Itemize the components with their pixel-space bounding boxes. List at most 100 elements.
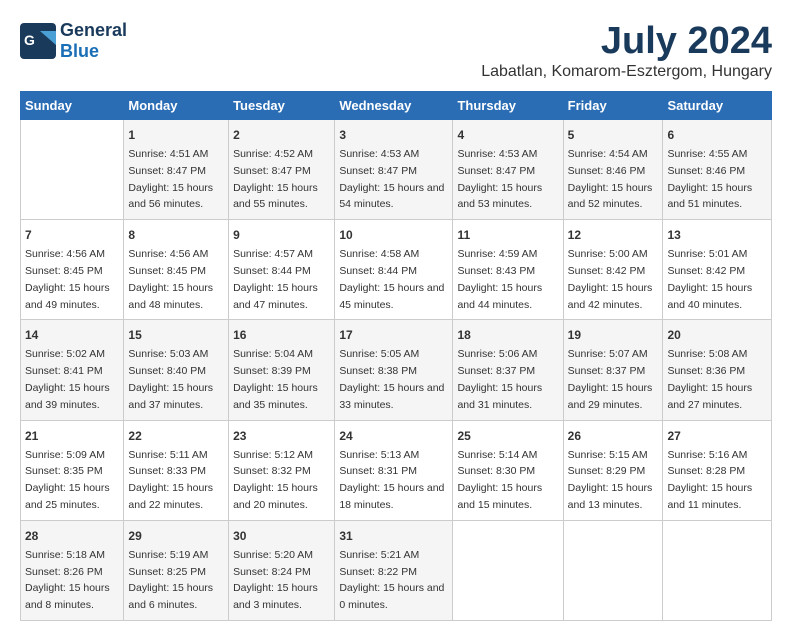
logo-icon: G [20,23,56,59]
calendar-cell: 1 Sunrise: 4:51 AMSunset: 8:47 PMDaylight… [124,120,229,220]
calendar-body: 1 Sunrise: 4:51 AMSunset: 8:47 PMDaylight… [21,120,772,621]
header-wednesday: Wednesday [335,92,453,120]
weekday-header-row: Sunday Monday Tuesday Wednesday Thursday… [21,92,772,120]
calendar-cell: 14 Sunrise: 5:02 AMSunset: 8:41 PMDayligh… [21,320,124,420]
day-number: 21 [25,427,119,445]
logo-blue: Blue [60,41,127,62]
calendar-cell: 6Sunrise: 4:55 AMSunset: 8:46 PMDaylight… [663,120,772,220]
day-info: Sunrise: 5:07 AMSunset: 8:37 PMDaylight:… [568,346,659,413]
calendar-header: Sunday Monday Tuesday Wednesday Thursday… [21,92,772,120]
day-info: Sunrise: 5:09 AMSunset: 8:35 PMDaylight:… [25,447,119,514]
day-number: 13 [667,226,767,244]
calendar-cell: 26Sunrise: 5:15 AMSunset: 8:29 PMDayligh… [563,420,663,520]
day-number: 27 [667,427,767,445]
calendar-cell: 3 Sunrise: 4:53 AMSunset: 8:47 PMDaylight… [335,120,453,220]
header-sunday: Sunday [21,92,124,120]
day-number: 4 [457,126,558,144]
day-info: Sunrise: 4:53 AMSunset: 8:47 PMDaylight:… [457,146,558,213]
day-info: Sunrise: 5:12 AMSunset: 8:32 PMDaylight:… [233,447,330,514]
day-number: 6 [667,126,767,144]
day-number: 10 [339,226,448,244]
day-info: Sunrise: 4:53 AMSunset: 8:47 PMDaylight:… [339,146,448,213]
svg-text:G: G [24,32,35,48]
day-info: Sunrise: 4:51 AMSunset: 8:47 PMDaylight:… [128,146,224,213]
day-number: 3 [339,126,448,144]
calendar-cell: 24Sunrise: 5:13 AMSunset: 8:31 PMDayligh… [335,420,453,520]
calendar-cell [453,520,563,620]
day-number: 31 [339,527,448,545]
day-info: Sunrise: 4:56 AMSunset: 8:45 PMDaylight:… [128,246,224,313]
day-info: Sunrise: 4:52 AMSunset: 8:47 PMDaylight:… [233,146,330,213]
calendar-week-4: 21 Sunrise: 5:09 AMSunset: 8:35 PMDayligh… [21,420,772,520]
day-info: Sunrise: 5:05 AMSunset: 8:38 PMDaylight:… [339,346,448,413]
day-info: Sunrise: 5:13 AMSunset: 8:31 PMDaylight:… [339,447,448,514]
calendar-cell: 30 Sunrise: 5:20 AMSunset: 8:24 PMDayligh… [229,520,335,620]
day-number: 11 [457,226,558,244]
day-info: Sunrise: 5:00 AMSunset: 8:42 PMDaylight:… [568,246,659,313]
calendar-cell: 4 Sunrise: 4:53 AMSunset: 8:47 PMDaylight… [453,120,563,220]
day-number: 26 [568,427,659,445]
day-number: 20 [667,326,767,344]
header-thursday: Thursday [453,92,563,120]
calendar-cell: 8 Sunrise: 4:56 AMSunset: 8:45 PMDaylight… [124,220,229,320]
calendar-cell: 13Sunrise: 5:01 AMSunset: 8:42 PMDayligh… [663,220,772,320]
day-number: 12 [568,226,659,244]
calendar-cell: 11 Sunrise: 4:59 AMSunset: 8:43 PMDayligh… [453,220,563,320]
day-info: Sunrise: 5:08 AMSunset: 8:36 PMDaylight:… [667,346,767,413]
day-number: 8 [128,226,224,244]
calendar-cell: 10 Sunrise: 4:58 AMSunset: 8:44 PMDayligh… [335,220,453,320]
day-info: Sunrise: 5:19 AMSunset: 8:25 PMDaylight:… [128,547,224,614]
subtitle: Labatlan, Komarom-Esztergom, Hungary [481,63,772,81]
day-info: Sunrise: 4:57 AMSunset: 8:44 PMDaylight:… [233,246,330,313]
main-title: July 2024 [481,20,772,63]
calendar-cell: 5 Sunrise: 4:54 AMSunset: 8:46 PMDaylight… [563,120,663,220]
day-info: Sunrise: 5:20 AMSunset: 8:24 PMDaylight:… [233,547,330,614]
calendar-cell: 17 Sunrise: 5:05 AMSunset: 8:38 PMDayligh… [335,320,453,420]
day-number: 17 [339,326,448,344]
day-info: Sunrise: 5:21 AMSunset: 8:22 PMDaylight:… [339,547,448,614]
day-number: 18 [457,326,558,344]
day-info: Sunrise: 5:16 AMSunset: 8:28 PMDaylight:… [667,447,767,514]
day-number: 15 [128,326,224,344]
calendar-cell: 9 Sunrise: 4:57 AMSunset: 8:44 PMDaylight… [229,220,335,320]
calendar-cell: 12 Sunrise: 5:00 AMSunset: 8:42 PMDayligh… [563,220,663,320]
day-info: Sunrise: 4:59 AMSunset: 8:43 PMDaylight:… [457,246,558,313]
logo-general: General [60,20,127,41]
calendar-cell [663,520,772,620]
header: G General Blue July 2024 Labatlan, Komar… [20,20,772,81]
calendar-week-2: 7 Sunrise: 4:56 AMSunset: 8:45 PMDaylight… [21,220,772,320]
day-number: 7 [25,226,119,244]
calendar-table: Sunday Monday Tuesday Wednesday Thursday… [20,91,772,621]
day-number: 25 [457,427,558,445]
calendar-cell: 16Sunrise: 5:04 AMSunset: 8:39 PMDayligh… [229,320,335,420]
calendar-cell: 28Sunrise: 5:18 AMSunset: 8:26 PMDayligh… [21,520,124,620]
header-saturday: Saturday [663,92,772,120]
calendar-cell: 23Sunrise: 5:12 AMSunset: 8:32 PMDayligh… [229,420,335,520]
calendar-week-5: 28Sunrise: 5:18 AMSunset: 8:26 PMDayligh… [21,520,772,620]
header-tuesday: Tuesday [229,92,335,120]
day-info: Sunrise: 4:56 AMSunset: 8:45 PMDaylight:… [25,246,119,313]
logo: G General Blue [20,20,127,62]
day-number: 9 [233,226,330,244]
calendar-cell: 25Sunrise: 5:14 AMSunset: 8:30 PMDayligh… [453,420,563,520]
day-info: Sunrise: 5:03 AMSunset: 8:40 PMDaylight:… [128,346,224,413]
day-number: 2 [233,126,330,144]
calendar-cell: 22Sunrise: 5:11 AMSunset: 8:33 PMDayligh… [124,420,229,520]
calendar-cell: 15 Sunrise: 5:03 AMSunset: 8:40 PMDayligh… [124,320,229,420]
calendar-cell: 18Sunrise: 5:06 AMSunset: 8:37 PMDayligh… [453,320,563,420]
day-info: Sunrise: 5:04 AMSunset: 8:39 PMDaylight:… [233,346,330,413]
day-info: Sunrise: 4:54 AMSunset: 8:46 PMDaylight:… [568,146,659,213]
header-friday: Friday [563,92,663,120]
calendar-cell: 21 Sunrise: 5:09 AMSunset: 8:35 PMDayligh… [21,420,124,520]
day-number: 1 [128,126,224,144]
calendar-cell [563,520,663,620]
calendar-cell: 2 Sunrise: 4:52 AMSunset: 8:47 PMDaylight… [229,120,335,220]
calendar-cell: 7 Sunrise: 4:56 AMSunset: 8:45 PMDaylight… [21,220,124,320]
day-info: Sunrise: 4:58 AMSunset: 8:44 PMDaylight:… [339,246,448,313]
day-number: 5 [568,126,659,144]
day-number: 30 [233,527,330,545]
calendar-cell: 27 Sunrise: 5:16 AMSunset: 8:28 PMDayligh… [663,420,772,520]
title-block: July 2024 Labatlan, Komarom-Esztergom, H… [481,20,772,81]
day-info: Sunrise: 5:02 AMSunset: 8:41 PMDaylight:… [25,346,119,413]
day-number: 14 [25,326,119,344]
